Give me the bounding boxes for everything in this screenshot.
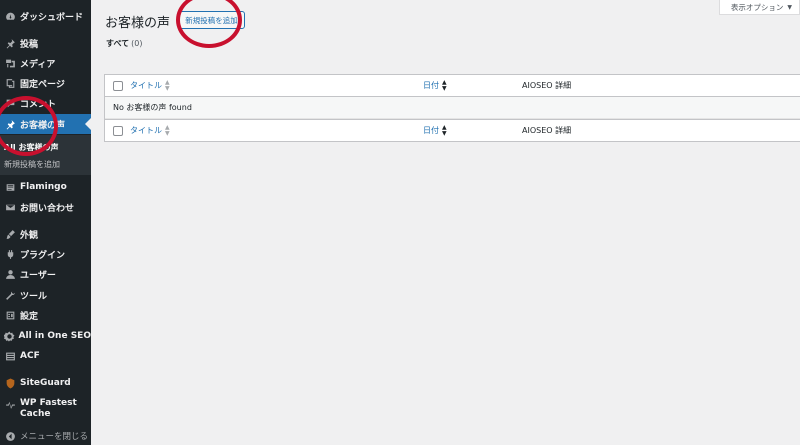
page-title: お客様の声 [105,16,171,31]
sort-desc-icon: ▲ ▼ [442,123,447,137]
screen-options-label: 表示オプション [730,2,784,12]
aioseo-icon [1,331,18,342]
cache-icon [1,397,19,410]
sort-both-icon: ▲ ▼ [165,123,170,137]
caret-down-icon: ▼ [787,3,792,11]
acf-icon [1,351,19,362]
sidebar-item-label: 固定ページ [20,79,65,90]
admin-sidebar: ダッシュボード 投稿 メディア 固定ページ コメント お客様の声 All お客様… [0,0,91,445]
posts-list-table: タイトル ▲ ▼ 日付 ▲ ▼ AIOSEO 詳細 No お客様の声 found タ… [104,74,800,142]
column-date-sort-footer[interactable]: 日付 ▲ ▼ [423,123,447,137]
collapse-menu-label: メニューを閉じる [20,432,89,442]
sidebar-item-label: Flamingo [20,182,67,192]
sidebar-item-appearance[interactable]: 外観 [0,224,91,244]
column-aioseo-label: AIOSEO 詳細 [522,81,572,90]
empty-message: No お客様の声 found [113,103,192,112]
sidebar-item-tools[interactable]: ツール [0,285,91,305]
sidebar-item-siteguard[interactable]: SiteGuard [0,373,91,393]
mail-icon [1,202,19,213]
flamingo-icon [1,182,19,193]
plugin-icon [1,249,19,260]
select-all-checkbox[interactable] [113,81,123,91]
sidebar-item-label: All in One SEO [18,331,91,341]
dashboard-icon [1,11,19,22]
column-aioseo-label: AIOSEO 詳細 [522,126,572,135]
sidebar-item-label: メディア [20,59,56,70]
table-header-row: タイトル ▲ ▼ 日付 ▲ ▼ AIOSEO 詳細 [105,75,800,97]
sidebar-item-label: 設定 [20,311,39,322]
sidebar-item-label: ユーザー [20,270,56,281]
sidebar-item-label: WP Fastest Cache [20,398,77,419]
sidebar-item-pages[interactable]: 固定ページ [0,73,91,93]
sidebar-item-label: お問い合わせ [20,203,75,214]
sidebar-item-wp-fastest-cache[interactable]: WP Fastest Cache [0,397,91,425]
collapse-menu-button[interactable]: メニューを閉じる [0,426,91,445]
sort-desc-icon: ▲ ▼ [442,78,447,92]
status-filter: すべて (0) [106,38,142,49]
sidebar-item-label: 投稿 [20,39,39,50]
column-date-label: 日付 [423,126,439,135]
sidebar-item-label: ACF [20,351,40,361]
pin-icon [1,38,19,49]
filter-all-link[interactable]: すべて [106,39,129,48]
collapse-icon [1,431,19,442]
select-all-checkbox-footer[interactable] [113,126,123,136]
sidebar-item-flamingo[interactable]: Flamingo [0,177,91,197]
sidebar-item-label: ツール [20,291,48,302]
filter-all-count: (0) [131,39,143,48]
sidebar-item-dashboard[interactable]: ダッシュボード [0,6,91,26]
brush-icon [1,229,19,240]
sidebar-item-aioseo[interactable]: All in One SEO [0,326,91,346]
sidebar-item-label: SiteGuard [20,378,71,388]
sidebar-item-settings[interactable]: 設定 [0,305,91,325]
table-empty-row: No お客様の声 found [105,97,800,119]
sidebar-item-contact[interactable]: お問い合わせ [0,197,91,217]
column-title-sort-footer[interactable]: タイトル ▲ ▼ [130,123,170,137]
sidebar-item-media[interactable]: メディア [0,53,91,73]
column-title-label: タイトル [130,126,162,135]
column-date-sort[interactable]: 日付 ▲ ▼ [423,78,447,92]
column-title-sort[interactable]: タイトル ▲ ▼ [130,78,170,92]
sidebar-item-label: 外観 [20,230,39,241]
main-content: 表示オプション ▼ お客様の声 新規投稿を追加 すべて (0) タイトル ▲ ▼ 日… [91,0,800,445]
screen-options-toggle[interactable]: 表示オプション ▼ [718,0,800,15]
column-title-label: タイトル [130,81,162,90]
settings-icon [1,310,19,321]
column-date-label: 日付 [423,81,439,90]
sort-both-icon: ▲ ▼ [165,78,170,92]
sidebar-item-plugins[interactable]: プラグイン [0,244,91,264]
sidebar-item-posts[interactable]: 投稿 [0,33,91,53]
table-footer-row: タイトル ▲ ▼ 日付 ▲ ▼ AIOSEO 詳細 [105,119,800,141]
sidebar-item-label: ダッシュボード [20,12,84,23]
submenu-add-new[interactable]: 新規投稿を追加 [4,159,60,170]
user-icon [1,269,19,280]
page-icon [1,78,19,89]
wrench-icon [1,290,19,301]
sidebar-item-label: プラグイン [20,250,66,261]
siteguard-icon [1,378,19,389]
media-icon [1,58,19,69]
sidebar-item-users[interactable]: ユーザー [0,264,91,284]
sidebar-item-acf[interactable]: ACF [0,346,91,366]
